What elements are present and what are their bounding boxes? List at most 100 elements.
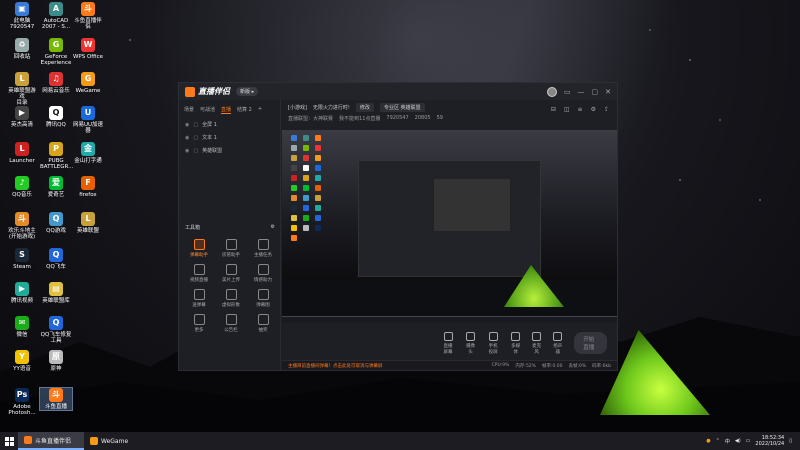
tool-item[interactable]: 抽奖	[247, 314, 279, 333]
window-icon[interactable]: ◫	[564, 106, 570, 113]
version-pill[interactable]: 新版 ▸	[236, 87, 259, 96]
desktop-icon[interactable]: ♻ 回收站	[6, 38, 38, 60]
preview-icon	[315, 195, 321, 201]
tool-item[interactable]: 主播任务	[247, 239, 279, 258]
desktop-icon[interactable]: 斗斗鱼直播伴侣	[72, 2, 104, 30]
category-select[interactable]: 专业区 英雄联盟	[379, 103, 425, 112]
desktop-icon[interactable]: Q QQ游戏	[40, 212, 72, 234]
tool-item[interactable]: 弹幕图	[247, 289, 279, 308]
desktop-icon[interactable]: ▶ 英杰高清	[6, 106, 38, 128]
tool-item[interactable]: 视频直播	[183, 264, 215, 283]
tray-wegame-icon[interactable]: ●	[706, 438, 710, 444]
tab-pool[interactable]: 可战池	[200, 106, 215, 114]
control-button[interactable]: 扬声器	[553, 331, 563, 355]
stream-preview[interactable]	[282, 130, 617, 323]
tool-item[interactable]: 房管助手	[215, 239, 247, 258]
add-tab-button[interactable]: +	[258, 106, 262, 114]
edit-title-button[interactable]: 修改	[355, 103, 374, 112]
minimize-button[interactable]: —	[578, 88, 585, 96]
tool-item[interactable]: 公告栏	[215, 314, 247, 333]
desktop-icon[interactable]: Y YY语音	[6, 350, 38, 372]
desktop-icon[interactable]: Q QQ飞车修复 工具	[40, 316, 72, 344]
scene-item[interactable]: ◉ ▢ 英雄联盟	[179, 144, 280, 157]
desktop-icon[interactable]: Ps Adobe Photosh...	[6, 388, 38, 416]
toolbox-settings-icon[interactable]: ⚙	[271, 224, 275, 231]
lock-icon[interactable]: ▢	[193, 122, 198, 128]
eye-icon[interactable]: ◉	[185, 122, 189, 128]
control-button[interactable]: 摄像头	[466, 331, 476, 355]
desktop-icon[interactable]: L 英雄联盟游戏 目录	[6, 72, 38, 106]
tool-item[interactable]: 弹幕助手	[183, 239, 215, 258]
tool-item[interactable]: 虚拟形象	[215, 289, 247, 308]
taskbar-item[interactable]: 斗鱼直播伴侣	[18, 432, 84, 450]
desktop-icon[interactable]: ♪ QQ音乐	[6, 176, 38, 198]
ime-indicator[interactable]: 中	[725, 438, 730, 445]
settings-icon[interactable]: ⚙	[591, 106, 596, 113]
desktop-icon[interactable]: 金金山打字通	[72, 142, 104, 164]
control-label: 摄像头	[466, 343, 476, 355]
desktop-icon[interactable]: 斗欢乐斗地主 (开始游戏)	[6, 212, 38, 240]
tool-item[interactable]: 美片上传	[215, 264, 247, 283]
tool-icon	[257, 314, 269, 325]
desktop-icon[interactable]: A AutoCAD 2007 - S...	[40, 2, 72, 30]
desktop-icon[interactable]: Ffirefox	[72, 176, 104, 198]
desktop-icon[interactable]: ▶ 腾讯视频	[6, 282, 38, 304]
maximize-button[interactable]: ▢	[592, 88, 599, 96]
control-button[interactable]: 直播屏幕	[442, 331, 454, 355]
preview-icon	[315, 145, 321, 151]
danmu-warning[interactable]: 主播目前直播间弹幕！点击此处可取消与弹幕屏	[288, 363, 383, 369]
tool-item[interactable]: 情感助力	[247, 264, 279, 283]
notification-icon[interactable]: ▯	[789, 438, 792, 444]
control-button[interactable]: 手机投屏	[487, 331, 499, 355]
close-button[interactable]: ✕	[605, 88, 611, 96]
desktop-icon[interactable]: ▣ 此电脑 7920547	[6, 2, 38, 30]
desktop-icon[interactable]: ▤ 英雄联盟库	[40, 282, 72, 304]
desktop-icon[interactable]: Q QQ飞车	[40, 248, 72, 270]
desktop-icon[interactable]: U 网易UU加速 器	[72, 106, 104, 134]
desktop-icon[interactable]: L 英雄联盟	[72, 212, 104, 234]
share-icon[interactable]: ⇪	[604, 106, 609, 113]
start-live-button[interactable]: 开始直播	[574, 332, 607, 354]
tab-scene[interactable]: 场景	[184, 106, 194, 114]
desktop-icon[interactable]: S Steam	[6, 248, 38, 270]
desktop-icon-label: 欢乐斗地主 (开始游戏)	[8, 228, 36, 240]
eye-icon[interactable]: ◉	[185, 148, 189, 154]
start-button[interactable]	[0, 432, 18, 450]
desktop-icon[interactable]: L Launcher	[6, 142, 38, 164]
tab-settle[interactable]: 结算 2	[237, 106, 252, 114]
desktop-icon[interactable]: W WPS Office	[72, 38, 104, 60]
control-button[interactable]: 多媒体	[511, 331, 521, 355]
desktop-icon[interactable]: ✉ 微信	[6, 316, 38, 338]
control-button[interactable]: 麦克风	[532, 331, 542, 355]
user-avatar[interactable]	[546, 86, 557, 97]
scene-item[interactable]: ◉ ▢ 文本 1	[179, 131, 280, 144]
tool-item[interactable]: 送弹幕	[183, 289, 215, 308]
desktop-icon-label: Steam	[13, 264, 31, 270]
clock[interactable]: 18:52:34 2022/10/24	[755, 435, 784, 447]
preview-icon	[303, 155, 309, 161]
desktop-icon[interactable]: 爱爱奇艺	[40, 176, 72, 198]
tab-live[interactable]: 直播	[221, 106, 232, 114]
eye-icon[interactable]: ◉	[185, 135, 189, 141]
desktop-icon[interactable]: ♫ 网易云音乐	[40, 72, 72, 94]
taskbar-item[interactable]: WeGame	[84, 432, 150, 450]
desktop-icon[interactable]: Q 腾讯QQ	[40, 106, 72, 128]
app-icon: 金	[81, 142, 95, 156]
lock-icon[interactable]: ▢	[193, 135, 198, 141]
volume-icon[interactable]: ◀)	[735, 438, 741, 444]
desktop-icon[interactable]: 原原神	[40, 350, 72, 372]
scene-item[interactable]: ◉ ▢ 全屏 1	[179, 118, 280, 131]
lock-icon[interactable]: ▢	[193, 148, 198, 154]
tool-item[interactable]: 更多	[183, 314, 215, 333]
desktop-icon[interactable]: P PUBG BATTLEGR...	[40, 142, 73, 170]
desktop-icon[interactable]: 斗斗鱼直播	[39, 387, 73, 411]
desktop-icon-label: 原神	[50, 366, 62, 372]
menu-icon[interactable]: ≡	[578, 106, 583, 113]
skin-icon[interactable]: ▭	[564, 88, 571, 96]
tray-chevron-icon[interactable]: ⌃	[716, 438, 720, 444]
desktop-icon[interactable]: G GeForce Experience	[40, 38, 72, 66]
desktop-icon[interactable]: G WeGame	[72, 72, 104, 94]
bag-icon[interactable]: ⊟	[551, 106, 556, 113]
network-icon[interactable]: ▭	[746, 438, 751, 444]
stat: 内存:52%	[515, 363, 536, 369]
